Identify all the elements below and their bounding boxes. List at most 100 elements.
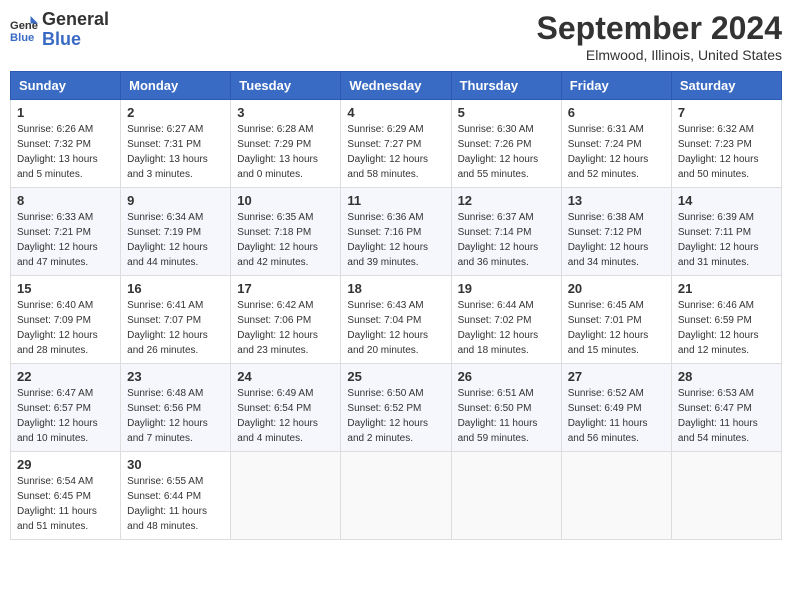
- logo: General Blue General Blue: [10, 10, 109, 50]
- day-info: Sunrise: 6:33 AM Sunset: 7:21 PM Dayligh…: [17, 210, 114, 270]
- day-info: Sunrise: 6:53 AM Sunset: 6:47 PM Dayligh…: [678, 386, 775, 446]
- calendar-week-5: 29Sunrise: 6:54 AM Sunset: 6:45 PM Dayli…: [11, 452, 782, 540]
- calendar-cell: 12Sunrise: 6:37 AM Sunset: 7:14 PM Dayli…: [451, 188, 561, 276]
- day-number: 17: [237, 281, 334, 296]
- logo-icon: General Blue: [10, 16, 38, 44]
- day-number: 21: [678, 281, 775, 296]
- calendar-cell: 16 Sunrise: 6:41 AM Sunset: 7:07 PM Dayli…: [121, 276, 231, 364]
- calendar-cell: [231, 452, 341, 540]
- calendar-cell: 18 Sunrise: 6:43 AM Sunset: 7:04 PM Dayli…: [341, 276, 451, 364]
- day-number: 20: [568, 281, 665, 296]
- calendar-cell: 9Sunrise: 6:34 AM Sunset: 7:19 PM Daylig…: [121, 188, 231, 276]
- column-header-saturday: Saturday: [671, 72, 781, 100]
- calendar-cell: 17Sunrise: 6:42 AM Sunset: 7:06 PM Dayli…: [231, 276, 341, 364]
- column-header-tuesday: Tuesday: [231, 72, 341, 100]
- day-number: 7: [678, 105, 775, 120]
- calendar-cell: 7 Sunrise: 6:32 AM Sunset: 7:23 PM Daylig…: [671, 100, 781, 188]
- day-info: Sunrise: 6:30 AM Sunset: 7:26 PM Dayligh…: [458, 122, 555, 182]
- day-info: Sunrise: 6:28 AM Sunset: 7:29 PM Dayligh…: [237, 122, 334, 182]
- calendar-week-2: 8 Sunrise: 6:33 AM Sunset: 7:21 PM Daylig…: [11, 188, 782, 276]
- calendar-cell: 21 Sunrise: 6:46 AM Sunset: 6:59 PM Dayli…: [671, 276, 781, 364]
- day-number: 6: [568, 105, 665, 120]
- calendar-cell: 13 Sunrise: 6:38 AM Sunset: 7:12 PM Dayli…: [561, 188, 671, 276]
- day-number: 5: [458, 105, 555, 120]
- calendar-cell: 22 Sunrise: 6:47 AM Sunset: 6:57 PM Dayli…: [11, 364, 121, 452]
- day-number: 30: [127, 457, 224, 472]
- day-info: Sunrise: 6:32 AM Sunset: 7:23 PM Dayligh…: [678, 122, 775, 182]
- page-header: General Blue General Blue September 2024…: [10, 10, 782, 63]
- column-header-wednesday: Wednesday: [341, 72, 451, 100]
- day-number: 23: [127, 369, 224, 384]
- calendar-cell: 29Sunrise: 6:54 AM Sunset: 6:45 PM Dayli…: [11, 452, 121, 540]
- day-info: Sunrise: 6:52 AM Sunset: 6:49 PM Dayligh…: [568, 386, 665, 446]
- calendar-cell: 14 Sunrise: 6:39 AM Sunset: 7:11 PM Dayli…: [671, 188, 781, 276]
- calendar-cell: 8 Sunrise: 6:33 AM Sunset: 7:21 PM Daylig…: [11, 188, 121, 276]
- calendar-cell: 6Sunrise: 6:31 AM Sunset: 7:24 PM Daylig…: [561, 100, 671, 188]
- day-info: Sunrise: 6:43 AM Sunset: 7:04 PM Dayligh…: [347, 298, 444, 358]
- calendar-cell: 23 Sunrise: 6:48 AM Sunset: 6:56 PM Dayli…: [121, 364, 231, 452]
- calendar-cell: 15 Sunrise: 6:40 AM Sunset: 7:09 PM Dayli…: [11, 276, 121, 364]
- calendar-cell: [561, 452, 671, 540]
- day-info: Sunrise: 6:38 AM Sunset: 7:12 PM Dayligh…: [568, 210, 665, 270]
- day-info: Sunrise: 6:41 AM Sunset: 7:07 PM Dayligh…: [127, 298, 224, 358]
- day-info: Sunrise: 6:26 AM Sunset: 7:32 PM Dayligh…: [17, 122, 114, 182]
- calendar-cell: 30 Sunrise: 6:55 AM Sunset: 6:44 PM Dayli…: [121, 452, 231, 540]
- day-info: Sunrise: 6:55 AM Sunset: 6:44 PM Dayligh…: [127, 474, 224, 534]
- day-number: 25: [347, 369, 444, 384]
- day-number: 22: [17, 369, 114, 384]
- calendar-week-3: 15 Sunrise: 6:40 AM Sunset: 7:09 PM Dayli…: [11, 276, 782, 364]
- day-info: Sunrise: 6:34 AM Sunset: 7:19 PM Dayligh…: [127, 210, 224, 270]
- day-number: 16: [127, 281, 224, 296]
- day-info: Sunrise: 6:47 AM Sunset: 6:57 PM Dayligh…: [17, 386, 114, 446]
- calendar-cell: 2 Sunrise: 6:27 AM Sunset: 7:31 PM Daylig…: [121, 100, 231, 188]
- day-info: Sunrise: 6:27 AM Sunset: 7:31 PM Dayligh…: [127, 122, 224, 182]
- day-info: Sunrise: 6:39 AM Sunset: 7:11 PM Dayligh…: [678, 210, 775, 270]
- calendar-cell: 24 Sunrise: 6:49 AM Sunset: 6:54 PM Dayli…: [231, 364, 341, 452]
- calendar-cell: 19 Sunrise: 6:44 AM Sunset: 7:02 PM Dayli…: [451, 276, 561, 364]
- day-info: Sunrise: 6:40 AM Sunset: 7:09 PM Dayligh…: [17, 298, 114, 358]
- column-header-thursday: Thursday: [451, 72, 561, 100]
- day-number: 18: [347, 281, 444, 296]
- calendar-cell: [451, 452, 561, 540]
- day-number: 1: [17, 105, 114, 120]
- day-info: Sunrise: 6:45 AM Sunset: 7:01 PM Dayligh…: [568, 298, 665, 358]
- day-info: Sunrise: 6:29 AM Sunset: 7:27 PM Dayligh…: [347, 122, 444, 182]
- day-number: 4: [347, 105, 444, 120]
- calendar-cell: 25 Sunrise: 6:50 AM Sunset: 6:52 PM Dayli…: [341, 364, 451, 452]
- day-info: Sunrise: 6:35 AM Sunset: 7:18 PM Dayligh…: [237, 210, 334, 270]
- day-number: 24: [237, 369, 334, 384]
- calendar-week-4: 22 Sunrise: 6:47 AM Sunset: 6:57 PM Dayli…: [11, 364, 782, 452]
- calendar-cell: 11Sunrise: 6:36 AM Sunset: 7:16 PM Dayli…: [341, 188, 451, 276]
- day-number: 19: [458, 281, 555, 296]
- day-info: Sunrise: 6:44 AM Sunset: 7:02 PM Dayligh…: [458, 298, 555, 358]
- day-number: 10: [237, 193, 334, 208]
- day-number: 13: [568, 193, 665, 208]
- day-number: 14: [678, 193, 775, 208]
- day-number: 11: [347, 193, 444, 208]
- column-header-monday: Monday: [121, 72, 231, 100]
- svg-text:Blue: Blue: [10, 32, 34, 44]
- day-number: 29: [17, 457, 114, 472]
- day-info: Sunrise: 6:46 AM Sunset: 6:59 PM Dayligh…: [678, 298, 775, 358]
- calendar-cell: 4 Sunrise: 6:29 AM Sunset: 7:27 PM Daylig…: [341, 100, 451, 188]
- logo-text: General Blue: [42, 10, 109, 50]
- calendar-week-1: 1 Sunrise: 6:26 AM Sunset: 7:32 PM Daylig…: [11, 100, 782, 188]
- column-header-friday: Friday: [561, 72, 671, 100]
- day-number: 26: [458, 369, 555, 384]
- subtitle: Elmwood, Illinois, United States: [537, 47, 782, 63]
- day-number: 15: [17, 281, 114, 296]
- day-number: 12: [458, 193, 555, 208]
- day-number: 2: [127, 105, 224, 120]
- day-info: Sunrise: 6:50 AM Sunset: 6:52 PM Dayligh…: [347, 386, 444, 446]
- day-info: Sunrise: 6:49 AM Sunset: 6:54 PM Dayligh…: [237, 386, 334, 446]
- column-header-sunday: Sunday: [11, 72, 121, 100]
- day-number: 27: [568, 369, 665, 384]
- calendar-header-row: SundayMondayTuesdayWednesdayThursdayFrid…: [11, 72, 782, 100]
- title-block: September 2024 Elmwood, Illinois, United…: [537, 10, 782, 63]
- calendar-cell: 10 Sunrise: 6:35 AM Sunset: 7:18 PM Dayli…: [231, 188, 341, 276]
- calendar-table: SundayMondayTuesdayWednesdayThursdayFrid…: [10, 71, 782, 540]
- calendar-cell: 26Sunrise: 6:51 AM Sunset: 6:50 PM Dayli…: [451, 364, 561, 452]
- calendar-cell: [341, 452, 451, 540]
- day-info: Sunrise: 6:48 AM Sunset: 6:56 PM Dayligh…: [127, 386, 224, 446]
- day-number: 8: [17, 193, 114, 208]
